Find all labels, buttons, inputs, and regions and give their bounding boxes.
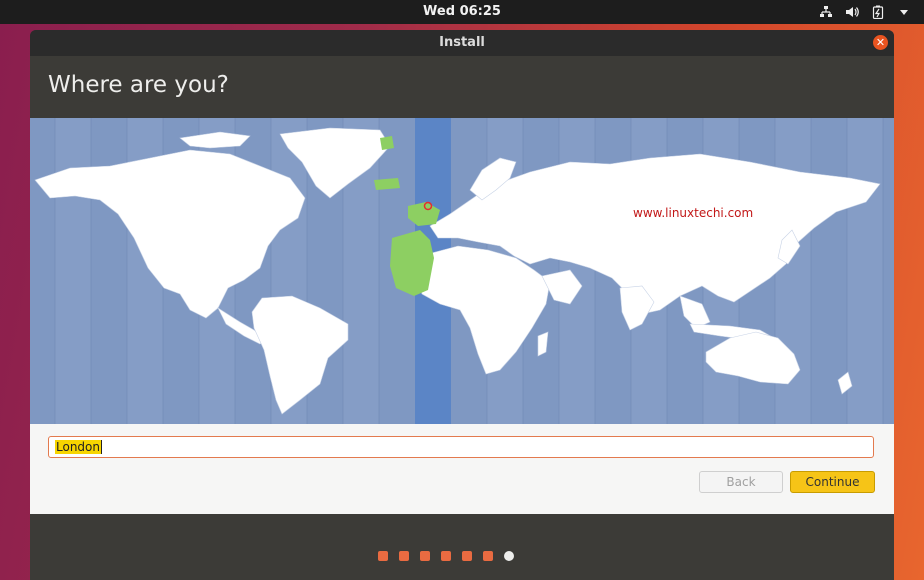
- step-dot-completed: [441, 551, 451, 561]
- continue-button[interactable]: Continue: [790, 471, 875, 493]
- step-dot-completed: [399, 551, 409, 561]
- step-dot-completed: [483, 551, 493, 561]
- installer-window: Install ✕ Where are you? www.linuxtechi.…: [30, 30, 894, 580]
- back-button[interactable]: Back: [699, 471, 783, 493]
- window-titlebar[interactable]: Install ✕: [30, 30, 894, 56]
- battery-icon[interactable]: [870, 4, 886, 20]
- network-icon[interactable]: [818, 4, 834, 20]
- step-progress-indicator: [378, 551, 514, 561]
- top-panel: Wed 06:25: [0, 0, 924, 24]
- step-dot-current: [504, 551, 514, 561]
- step-dot-completed: [378, 551, 388, 561]
- location-input[interactable]: London: [48, 436, 874, 458]
- page-title: Where are you?: [48, 72, 229, 98]
- world-map-graphic: [34, 118, 884, 424]
- location-panel: London Back Continue: [30, 424, 894, 514]
- page-header: Where are you?: [30, 56, 894, 118]
- location-input-value: London: [55, 440, 101, 454]
- step-dot-completed: [462, 551, 472, 561]
- system-menu-arrow-icon[interactable]: [896, 4, 912, 20]
- watermark-text: www.linuxtechi.com: [633, 206, 754, 220]
- progress-footer: [30, 514, 894, 580]
- window-title: Install: [439, 35, 485, 50]
- step-dot-completed: [420, 551, 430, 561]
- volume-icon[interactable]: [844, 4, 860, 20]
- close-icon[interactable]: ✕: [873, 35, 888, 50]
- system-tray[interactable]: [818, 4, 912, 20]
- timezone-map[interactable]: www.linuxtechi.com: [30, 118, 894, 424]
- clock[interactable]: Wed 06:25: [0, 0, 924, 24]
